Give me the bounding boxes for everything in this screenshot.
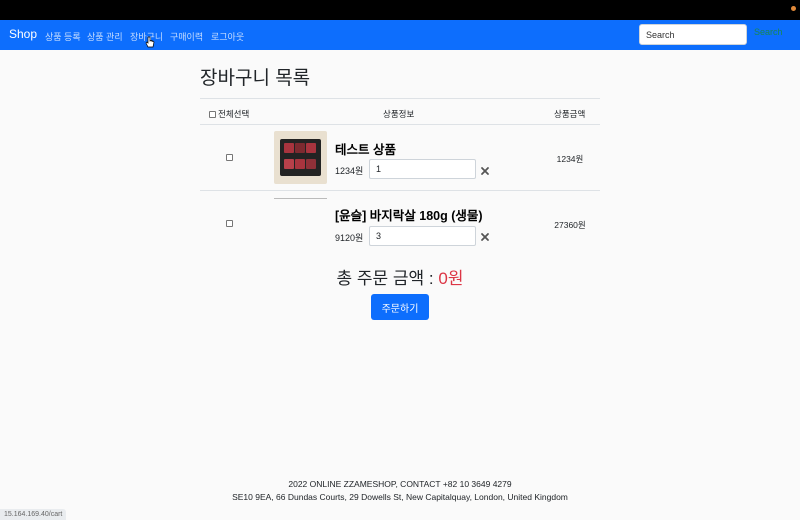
- order-total-label: 총 주문 금액 :: [336, 269, 439, 288]
- brand-link[interactable]: Shop: [9, 27, 37, 41]
- nav-link-manage-products[interactable]: 상품 관리: [87, 30, 123, 43]
- row-divider: [200, 190, 600, 191]
- select-all-header[interactable]: 전체선택: [209, 108, 249, 120]
- page-title: 장바구니 목록: [200, 68, 311, 89]
- amount-header: 상품금액: [554, 109, 586, 119]
- order-total-value: 0원: [438, 269, 464, 288]
- row-checkbox[interactable]: [226, 220, 233, 227]
- select-all-checkbox[interactable]: [209, 110, 216, 118]
- remove-item-icon[interactable]: [480, 232, 490, 242]
- select-all-label: 전체선택: [218, 109, 250, 119]
- record-indicator-icon: [791, 6, 796, 11]
- row-checkbox[interactable]: [226, 154, 233, 161]
- nav-link-purchase-history[interactable]: 구매이력: [170, 30, 203, 43]
- product-info-header: 상품정보: [383, 109, 415, 119]
- product-name[interactable]: [윤슬] 바지락살 180g (생물): [335, 205, 483, 224]
- product-name[interactable]: 테스트 상품: [335, 139, 396, 158]
- order-button[interactable]: 주문하기: [371, 294, 429, 320]
- unit-price: 1234원: [335, 166, 364, 176]
- footer-address: SE10 9EA, 66 Dundas Courts, 29 Dowells S…: [232, 492, 568, 502]
- nav-link-logout[interactable]: 로그아웃: [211, 30, 244, 43]
- item-amount: 1234원: [556, 154, 584, 164]
- search-input[interactable]: [639, 24, 747, 45]
- search-button[interactable]: Search: [754, 27, 783, 37]
- hand-cursor-icon: [145, 36, 155, 48]
- nav-link-register-product[interactable]: 상품 등록: [45, 30, 81, 43]
- quantity-input[interactable]: [369, 226, 476, 246]
- remove-item-icon[interactable]: [480, 166, 490, 176]
- table-header-border: [200, 124, 600, 125]
- order-total: 총 주문 금액 : 0원: [0, 264, 800, 289]
- product-thumbnail-missing: [274, 198, 327, 199]
- item-amount: 27360원: [554, 220, 586, 230]
- table-top-border: [200, 98, 600, 99]
- quantity-input[interactable]: [369, 159, 476, 179]
- browser-top-bar: [0, 0, 800, 20]
- product-thumbnail[interactable]: [274, 131, 327, 184]
- unit-price: 9120원: [335, 233, 364, 243]
- footer-contact: 2022 ONLINE ZZAMESHOP, CONTACT +82 10 36…: [288, 479, 512, 489]
- status-bar-url: 15.164.169.40/cart: [0, 509, 67, 520]
